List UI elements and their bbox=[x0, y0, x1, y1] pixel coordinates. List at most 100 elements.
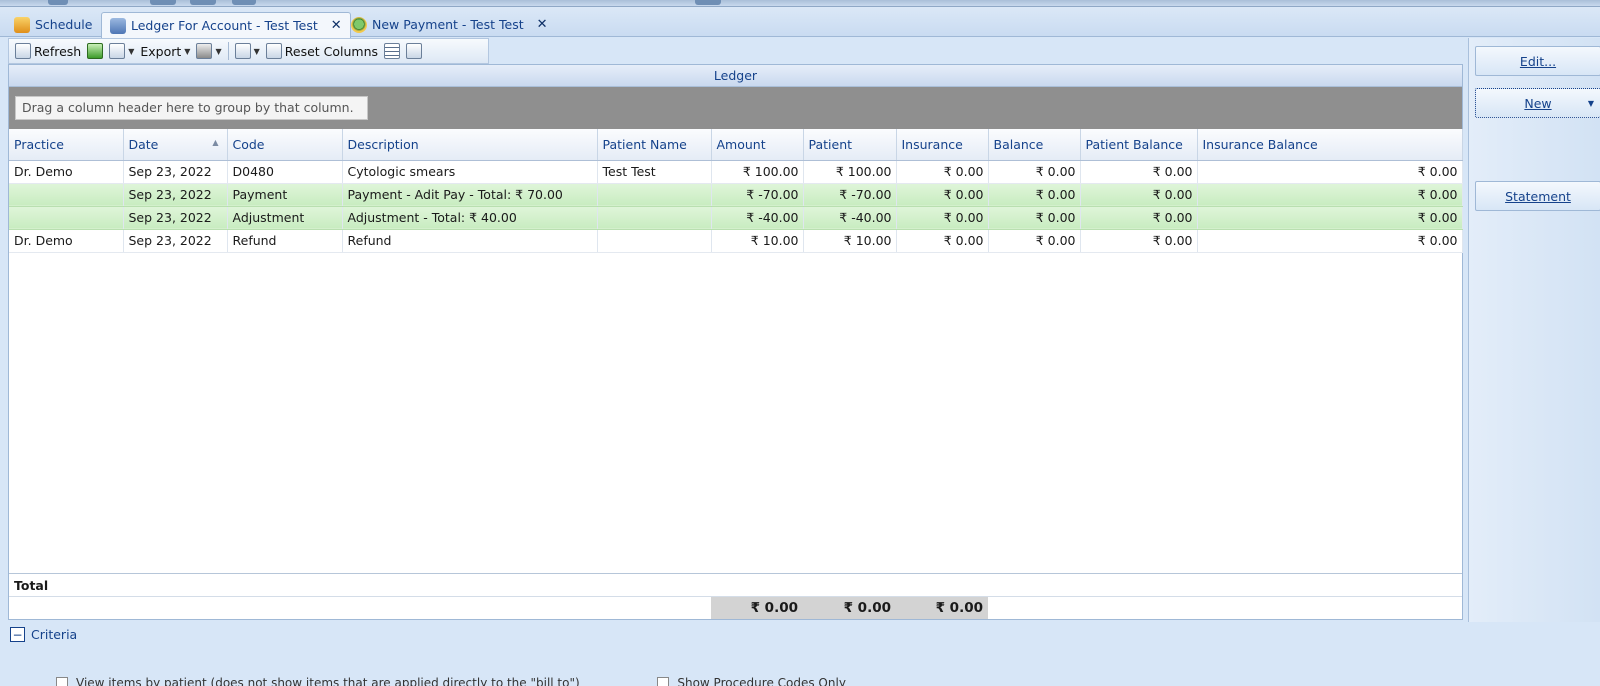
column-header-insurance-balance[interactable]: Insurance Balance bbox=[1197, 129, 1463, 161]
toolbar-stub-5 bbox=[695, 0, 721, 5]
refresh-icon bbox=[15, 43, 31, 59]
reset-columns-button[interactable]: Reset Columns bbox=[265, 43, 378, 59]
cell-insurance-balance: ₹ 0.00 bbox=[1197, 206, 1463, 230]
total-amount: ₹ 0.00 bbox=[711, 597, 803, 619]
export-label: Export bbox=[140, 43, 182, 59]
cell-code: Payment bbox=[227, 183, 343, 207]
toolbar-stub-1 bbox=[48, 0, 68, 5]
cell-practice: Dr. Demo bbox=[9, 229, 124, 253]
tab-new-payment[interactable]: New Payment - Test Test ✕ bbox=[343, 12, 556, 37]
cell-patient-balance: ₹ 0.00 bbox=[1080, 206, 1198, 230]
cell-balance: ₹ 0.00 bbox=[988, 206, 1081, 230]
column-chooser-button[interactable]: ▼ bbox=[234, 43, 260, 59]
cell-code: Adjustment bbox=[227, 206, 343, 230]
layout-button[interactable] bbox=[384, 43, 401, 59]
cell-description: Refund bbox=[342, 229, 598, 253]
edit-button[interactable]: Edit... bbox=[1475, 46, 1600, 76]
cell-date: Sep 23, 2022 bbox=[123, 160, 228, 184]
total-patient: ₹ 0.00 bbox=[803, 597, 896, 619]
expand-collapse-icon bbox=[406, 43, 423, 59]
cell-insurance-balance: ₹ 0.00 bbox=[1197, 229, 1463, 253]
statement-button[interactable]: Statement bbox=[1475, 181, 1600, 211]
table-row[interactable]: Sep 23, 2022 Payment Payment - Adit Pay … bbox=[9, 183, 1463, 207]
app-top-strip bbox=[0, 0, 1600, 7]
actions-panel: Edit... New ▼ Statement bbox=[1468, 38, 1600, 622]
cell-description: Adjustment - Total: ₹ 40.00 bbox=[342, 206, 598, 230]
calendar-icon bbox=[14, 16, 30, 33]
expand-button[interactable] bbox=[406, 43, 423, 59]
table-row[interactable]: Dr. Demo Sep 23, 2022 D0480 Cytologic sm… bbox=[9, 160, 1463, 184]
group-by-area[interactable]: Drag a column header here to group by th… bbox=[9, 87, 1462, 129]
cell-date: Sep 23, 2022 bbox=[123, 229, 228, 253]
cell-balance: ₹ 0.00 bbox=[988, 160, 1081, 184]
cell-practice: Dr. Demo bbox=[9, 160, 124, 184]
cell-balance: ₹ 0.00 bbox=[988, 183, 1081, 207]
chevron-down-icon: ▼ bbox=[184, 46, 191, 56]
column-header-practice[interactable]: Practice bbox=[9, 129, 124, 161]
print-button[interactable]: ▼ bbox=[196, 43, 222, 59]
cell-date: Sep 23, 2022 bbox=[123, 183, 228, 207]
tab-ledger[interactable]: Ledger For Account - Test Test ✕ bbox=[101, 12, 351, 38]
close-icon[interactable]: ✕ bbox=[331, 18, 342, 33]
close-icon[interactable]: ✕ bbox=[537, 17, 548, 32]
cell-amount: ₹ -70.00 bbox=[711, 183, 804, 207]
chevron-down-icon: ▼ bbox=[215, 46, 222, 56]
toolbar-separator bbox=[227, 42, 229, 60]
tab-schedule[interactable]: Schedule bbox=[6, 12, 100, 37]
refresh-label: Refresh bbox=[34, 43, 82, 59]
cell-amount: ₹ -40.00 bbox=[711, 206, 804, 230]
cell-patient-balance: ₹ 0.00 bbox=[1080, 183, 1198, 207]
totals-row: ₹ 0.00 ₹ 0.00 ₹ 0.00 bbox=[9, 597, 1462, 619]
cell-description: Cytologic smears bbox=[342, 160, 598, 184]
column-header-patient[interactable]: Patient bbox=[803, 129, 897, 161]
cell-patient-name bbox=[597, 229, 712, 253]
toolbar-stub-3 bbox=[190, 0, 216, 5]
column-header-code[interactable]: Code bbox=[227, 129, 343, 161]
view-by-patient-label: View items by patient (does not show ite… bbox=[76, 676, 580, 686]
toolbar-stub-4 bbox=[232, 0, 256, 5]
cell-balance: ₹ 0.00 bbox=[988, 229, 1081, 253]
criteria-header[interactable]: − Criteria bbox=[10, 627, 77, 642]
column-header-date[interactable]: Date ▲ bbox=[123, 129, 228, 161]
email-button[interactable]: ▼ bbox=[109, 43, 134, 59]
grid-layout-icon bbox=[384, 43, 401, 59]
group-by-hint: Drag a column header here to group by th… bbox=[15, 96, 368, 120]
column-chooser-icon bbox=[234, 43, 251, 59]
excel-button[interactable] bbox=[87, 43, 104, 59]
new-button[interactable]: New ▼ bbox=[1475, 88, 1600, 118]
procedure-codes-checkbox[interactable] bbox=[657, 677, 670, 686]
ledger-icon bbox=[110, 17, 126, 34]
toolbar-stub-2 bbox=[150, 0, 176, 5]
collapse-icon[interactable]: − bbox=[10, 627, 25, 642]
procedure-codes-label: Show Procedure Codes Only bbox=[677, 676, 846, 686]
cell-patient-name: Test Test bbox=[597, 160, 712, 184]
column-header-insurance[interactable]: Insurance bbox=[896, 129, 989, 161]
chevron-down-icon: ▼ bbox=[128, 46, 135, 56]
column-header-balance[interactable]: Balance bbox=[988, 129, 1081, 161]
cell-date: Sep 23, 2022 bbox=[123, 206, 228, 230]
ledger-title: Ledger bbox=[9, 65, 1462, 87]
column-header-row: Practice Date ▲ Code Description Patient … bbox=[9, 129, 1463, 161]
cell-patient: ₹ -70.00 bbox=[803, 183, 897, 207]
cell-insurance-balance: ₹ 0.00 bbox=[1197, 160, 1463, 184]
column-header-amount[interactable]: Amount bbox=[711, 129, 804, 161]
cell-insurance: ₹ 0.00 bbox=[896, 183, 989, 207]
table-row[interactable]: Sep 23, 2022 Adjustment Adjustment - Tot… bbox=[9, 206, 1463, 230]
view-by-patient-checkbox[interactable] bbox=[56, 677, 68, 686]
export-button[interactable]: Export ▼ bbox=[140, 44, 190, 59]
cell-practice bbox=[9, 206, 124, 230]
cell-patient-name bbox=[597, 183, 712, 207]
cell-insurance-balance: ₹ 0.00 bbox=[1197, 183, 1463, 207]
column-header-label: Date bbox=[128, 136, 159, 152]
cell-practice bbox=[9, 183, 124, 207]
column-header-patient-balance[interactable]: Patient Balance bbox=[1080, 129, 1198, 161]
cell-amount: ₹ 10.00 bbox=[711, 229, 804, 253]
refresh-button[interactable]: Refresh bbox=[15, 43, 81, 59]
printer-icon bbox=[196, 43, 213, 59]
ledger-grid: Practice Date ▲ Code Description Patient … bbox=[9, 129, 1463, 253]
cell-code: D0480 bbox=[227, 160, 343, 184]
column-header-description[interactable]: Description bbox=[342, 129, 598, 161]
cell-patient: ₹ -40.00 bbox=[803, 206, 897, 230]
table-row[interactable]: Dr. Demo Sep 23, 2022 Refund Refund ₹ 10… bbox=[9, 229, 1463, 253]
column-header-patient-name[interactable]: Patient Name bbox=[597, 129, 712, 161]
